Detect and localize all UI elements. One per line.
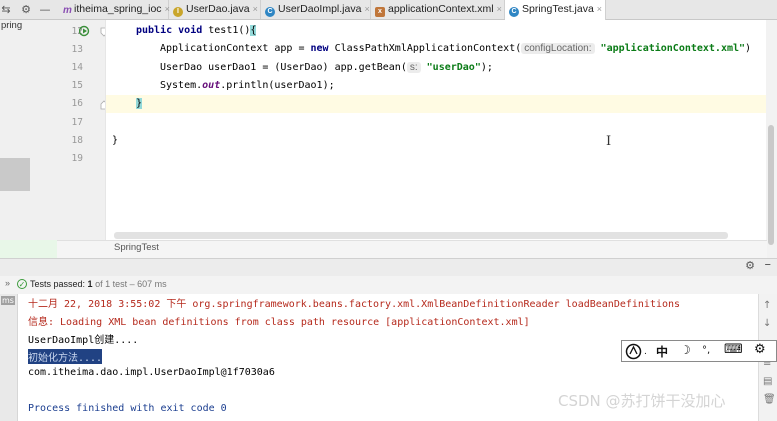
project-tree-selection [0, 158, 30, 191]
parameter-hint: s: [406, 62, 421, 73]
keyboard-icon[interactable]: ⌨ [724, 342, 743, 357]
vertical-scrollbar[interactable] [766, 20, 777, 258]
tab-springtest-java[interactable]: C SpringTest.java × [505, 0, 606, 20]
console-line: Process finished with exit code 0 [28, 403, 227, 414]
console-line: UserDaoImpl创建.... [28, 335, 139, 346]
scrollbar-thumb[interactable] [768, 125, 774, 245]
current-line-highlight [106, 95, 767, 113]
scroll-down-icon[interactable]: ↓ [763, 318, 771, 329]
ime-dot: . [644, 347, 647, 357]
xml-file-icon: x [375, 7, 385, 17]
test-status-bar: » ✓ Tests passed: 1 of 1 test – 607 ms [0, 276, 777, 295]
test-tree-panel[interactable]: ms [0, 294, 18, 421]
hide-panel-icon[interactable]: — [38, 0, 52, 19]
code-line-16: } [136, 98, 143, 109]
tab-label: UserDaoImpl.java [278, 3, 362, 15]
editor-tab-bar: ⇆ ⚙ — m itheima_spring_ioc × I UserDao.java… [0, 0, 777, 20]
tab-userdaoimpl-java[interactable]: C UserDaoImpl.java × [261, 0, 371, 19]
code-line-14: UserDao userDao1 = (UserDao) app.getBean… [160, 62, 493, 73]
class-icon: C [509, 7, 519, 17]
code-editor[interactable]: public void test1(){ ApplicationContext … [106, 20, 767, 240]
line-number: 16 [71, 98, 83, 109]
ime-mode-toggle[interactable]: 中 [656, 343, 668, 360]
ime-toolbar[interactable]: . 中 ☽ °, ⌨ ⚙ [621, 340, 777, 362]
run-test-icon[interactable] [79, 25, 91, 37]
line-number: 19 [71, 153, 83, 164]
console-line: 十二月 22, 2018 3:55:02 下午 org.springframew… [28, 299, 681, 310]
line-number: 14 [71, 62, 83, 73]
collapse-all-icon[interactable]: ⇆ [0, 0, 12, 19]
tab-label: itheima_spring_ioc [74, 3, 162, 15]
console-line: com.itheima.dao.impl.UserDaoImpl@1f7030a… [28, 367, 275, 378]
punctuation-icon[interactable]: °, [702, 345, 710, 356]
tab-itheima-spring-ioc[interactable]: m itheima_spring_ioc × [59, 0, 170, 19]
mouse-cursor-icon: I [606, 134, 612, 149]
project-panel[interactable]: pring [0, 20, 58, 268]
close-icon[interactable]: × [364, 4, 369, 14]
class-icon: C [265, 7, 275, 17]
code-line-18: } [112, 135, 119, 146]
close-icon[interactable]: × [497, 4, 502, 14]
line-number: 17 [71, 117, 83, 128]
line-number: 15 [71, 80, 83, 91]
check-icon: ✓ [17, 279, 27, 289]
line-number: 13 [71, 44, 83, 55]
run-tool-window-header: ⚙ – [0, 257, 777, 276]
editor-breadcrumb-bar: SpringTest [57, 240, 767, 259]
moon-icon[interactable]: ☽ [680, 343, 691, 357]
tab-label: UserDao.java [186, 3, 250, 15]
horizontal-scrollbar[interactable] [114, 232, 728, 239]
line-number: 18 [71, 135, 83, 146]
maven-module-icon: m [63, 5, 72, 16]
code-line-15: System.out.println(userDao1); [160, 80, 335, 91]
parameter-hint: configLocation: [521, 43, 595, 54]
minimize-icon[interactable]: – [765, 257, 772, 272]
duration-badge: ms [1, 296, 15, 305]
tab-label: applicationContext.xml [388, 3, 494, 15]
tab-userdao-java[interactable]: I UserDao.java × [169, 0, 261, 19]
close-icon[interactable]: × [597, 4, 602, 14]
print-icon[interactable]: ▤ [763, 376, 772, 387]
interface-icon: I [173, 7, 183, 17]
tab-applicationcontext-xml[interactable]: x applicationContext.xml × [371, 0, 505, 19]
project-tree-item-label[interactable]: pring [1, 20, 22, 31]
tab-label: SpringTest.java [522, 3, 594, 15]
close-icon[interactable]: × [253, 4, 258, 14]
console-line-selected: 初始化方法.... [28, 349, 103, 364]
code-line-12: public void test1(){ [136, 25, 257, 36]
line-number-gutter[interactable]: 12 13 14 15 16 17 18 19 [57, 20, 105, 240]
console-line: 信息: Loading XML bean definitions from cl… [28, 317, 530, 328]
breadcrumb[interactable]: SpringTest [114, 242, 159, 253]
test-result-summary: Tests passed: 1 of 1 test – 607 ms [30, 279, 167, 289]
gear-icon[interactable]: ⚙ [745, 259, 755, 272]
clear-icon[interactable]: 🗑 [763, 394, 776, 405]
code-line-13: ApplicationContext app = new ClassPathXm… [160, 43, 752, 54]
settings-icon[interactable]: ⚙ [754, 342, 766, 357]
scroll-up-icon[interactable]: ↑ [763, 300, 771, 311]
ime-logo-icon[interactable] [625, 343, 642, 360]
watermark: CSDN @苏打饼干没加心 [558, 392, 726, 410]
gear-icon[interactable]: ⚙ [20, 0, 32, 19]
expand-chevron-icon[interactable]: » [5, 278, 10, 288]
